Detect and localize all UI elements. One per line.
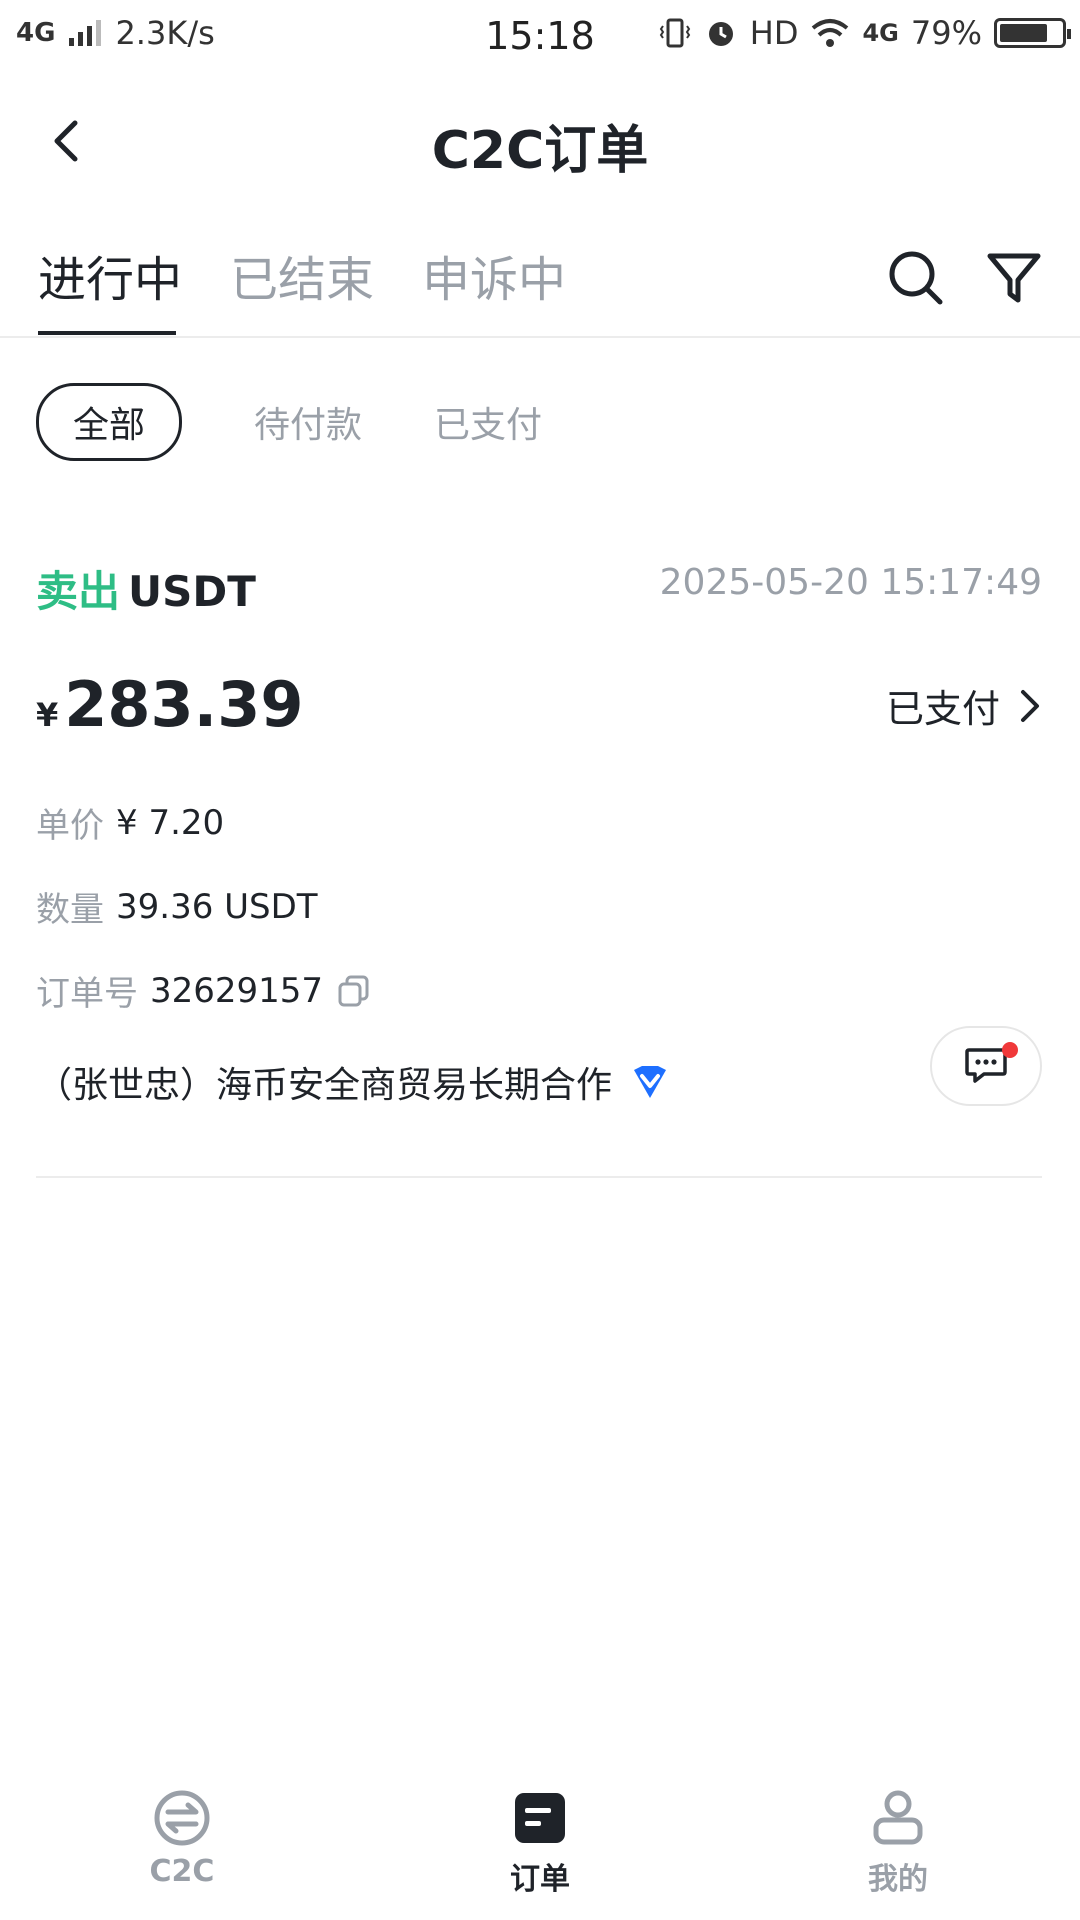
vibrate-icon xyxy=(659,18,690,48)
bottom-nav: C2C 订单 我的 xyxy=(0,1768,1080,1920)
chip-paid[interactable]: 已支付 xyxy=(434,396,542,448)
tab-indicator xyxy=(38,331,176,335)
battery-fill xyxy=(1000,24,1048,42)
order-icon xyxy=(515,1793,565,1843)
battery-icon xyxy=(994,18,1071,48)
user-icon xyxy=(873,1790,923,1845)
order-card[interactable]: 卖出 USDT 2025-05-20 15:17:49 ¥ 283.39 已支付 … xyxy=(36,548,1042,1178)
order-time: 2025-05-20 15:17:49 xyxy=(659,562,1042,603)
quantity-label: 数量 xyxy=(36,890,104,930)
merchant-name: （张世忠）海币安全商贸易长期合作 xyxy=(36,1065,613,1106)
search-icon[interactable] xyxy=(886,248,946,308)
order-number-value: 32629157 xyxy=(150,970,324,1011)
status-filter: 全部 待付款 已支付 xyxy=(36,383,614,461)
unread-dot xyxy=(1002,1042,1018,1058)
bottom-nav-orders[interactable]: 订单 xyxy=(450,1788,630,1898)
status-label: 已支付 xyxy=(885,687,1000,731)
unit-price-value: ¥ 7.20 xyxy=(116,802,225,843)
header: C2C订单 xyxy=(0,96,1080,186)
order-coin: USDT xyxy=(128,567,256,616)
order-side-label: 卖出 xyxy=(36,567,121,616)
alarm-icon xyxy=(708,22,733,46)
network-type-right: 4G xyxy=(862,19,899,47)
bottom-nav-orders-label: 订单 xyxy=(510,1862,570,1897)
bottom-nav-me-label: 我的 xyxy=(868,1862,928,1897)
tab-in-progress[interactable]: 进行中 xyxy=(38,240,182,310)
currency-symbol: ¥ xyxy=(36,696,59,734)
unit-price-label: 单价 xyxy=(36,806,104,846)
chat-button[interactable] xyxy=(930,1026,1042,1106)
bottom-nav-c2c[interactable]: C2C xyxy=(92,1788,272,1889)
hd-badge: HD xyxy=(749,14,799,52)
tab-appeal[interactable]: 申诉中 xyxy=(422,240,566,310)
unit-price-row: 单价 ¥ 7.20 xyxy=(36,798,224,847)
tab-finished[interactable]: 已结束 xyxy=(230,240,374,310)
quantity-value: 39.36 USDT xyxy=(116,886,318,927)
order-number-row: 订单号 32629157 xyxy=(36,966,371,1015)
copy-icon[interactable] xyxy=(337,974,371,1008)
amount-value: 283.39 xyxy=(64,668,304,741)
page-title: C2C订单 xyxy=(431,121,649,181)
verified-badge-icon xyxy=(634,1066,667,1098)
chevron-right-icon xyxy=(1021,689,1039,722)
bottom-nav-c2c-label: C2C xyxy=(149,1854,215,1889)
battery-percent: 79% xyxy=(910,14,982,52)
chip-pending-payment[interactable]: 待付款 xyxy=(254,396,362,448)
order-side: 卖出 USDT xyxy=(36,558,256,619)
quantity-row: 数量 39.36 USDT xyxy=(36,882,318,931)
order-tabs: 进行中 已结束 申诉中 xyxy=(0,228,1080,338)
chip-all[interactable]: 全部 xyxy=(36,383,183,461)
bottom-nav-me[interactable]: 我的 xyxy=(808,1788,988,1898)
merchant[interactable]: （张世忠）海币安全商贸易长期合作 xyxy=(36,1056,670,1108)
order-number-label: 订单号 xyxy=(36,974,138,1014)
status-bar: 4G 2.3K/s 15:18 HD 4G 79% xyxy=(0,0,1080,76)
order-status[interactable]: 已支付 xyxy=(886,678,1042,733)
divider xyxy=(36,1176,1042,1178)
wifi-icon xyxy=(812,19,849,47)
order-amount: ¥ 283.39 xyxy=(36,668,304,741)
exchange-icon xyxy=(154,1790,210,1846)
filter-icon[interactable] xyxy=(984,248,1044,308)
